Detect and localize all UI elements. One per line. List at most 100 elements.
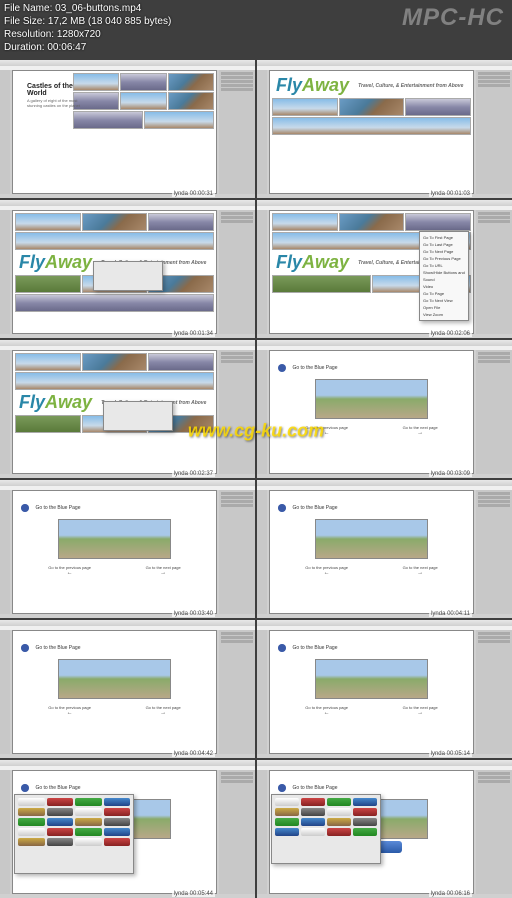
blue-splat-icon bbox=[21, 644, 29, 652]
menu-item[interactable]: Go To Next View bbox=[422, 297, 466, 304]
next-nav[interactable]: Go to the next page→ bbox=[403, 705, 438, 716]
castles-subtitle: A gallery of eight of the most stunning … bbox=[27, 99, 87, 109]
button-swatch[interactable] bbox=[47, 838, 74, 846]
thumb-3[interactable]: FlyAway Travel, Culture, & Entertainment… bbox=[0, 200, 255, 338]
thumb-4[interactable]: FlyAway Travel, Culture, & Entertainment… bbox=[257, 200, 512, 338]
button-swatch[interactable] bbox=[18, 828, 45, 836]
resolution-label: Resolution: bbox=[4, 29, 54, 40]
button-swatch[interactable] bbox=[75, 828, 102, 836]
thumb-8[interactable]: Go to the Blue Page Go to the previous p… bbox=[257, 480, 512, 618]
canvas-area: FlyAway Travel, Culture, & Entertainment… bbox=[12, 350, 217, 474]
button-swatch[interactable] bbox=[327, 808, 351, 816]
button-library-dialog[interactable] bbox=[271, 794, 381, 864]
cityscape-image bbox=[58, 659, 170, 699]
file-size-label: File Size: bbox=[4, 16, 45, 27]
thumb-11[interactable]: Go to the Blue Page bbox=[0, 760, 255, 898]
next-nav[interactable]: Go to the next page→ bbox=[146, 705, 181, 716]
thumb-12[interactable]: Go to the Blue Page bbox=[257, 760, 512, 898]
thumb-6[interactable]: Go to the Blue Page Go to the previous p… bbox=[257, 340, 512, 478]
timecode: lynda 00:05:44 bbox=[172, 891, 215, 897]
button-swatch[interactable] bbox=[18, 818, 45, 826]
button-swatch-grid bbox=[15, 795, 133, 849]
prev-nav[interactable]: Go to the previous page← bbox=[305, 425, 348, 436]
right-arrow-icon: → bbox=[417, 430, 423, 436]
thumb-5[interactable]: FlyAway Travel, Culture, & Entertainment… bbox=[0, 340, 255, 478]
menu-item[interactable]: Video bbox=[422, 283, 466, 290]
fly-text: Fly bbox=[276, 75, 302, 95]
blue-splat-icon bbox=[278, 644, 286, 652]
canvas-area: Castles of the World A gallery of eight … bbox=[12, 70, 217, 194]
actions-context-menu[interactable]: Go To First Page Go To Last Page Go To N… bbox=[419, 231, 469, 321]
timecode: lynda 00:02:06 bbox=[429, 331, 472, 337]
menu-item[interactable]: Open File bbox=[422, 304, 466, 311]
page-layout: Go to the Blue Page Go to the previous p… bbox=[269, 630, 474, 754]
button-swatch[interactable] bbox=[104, 798, 131, 806]
menu-item[interactable]: View Zoom bbox=[422, 311, 466, 318]
cityscape-image bbox=[315, 379, 427, 419]
menu-item[interactable]: Go To Previous Page bbox=[422, 255, 466, 262]
button-swatch[interactable] bbox=[275, 818, 299, 826]
button-swatch[interactable] bbox=[353, 798, 377, 806]
properties-dialog[interactable] bbox=[103, 401, 173, 431]
button-swatch[interactable] bbox=[104, 828, 131, 836]
button-swatch[interactable] bbox=[353, 808, 377, 816]
thumb-9[interactable]: Go to the Blue Page Go to the previous p… bbox=[0, 620, 255, 758]
button-swatch[interactable] bbox=[301, 798, 325, 806]
prev-nav[interactable]: Go to the previous page← bbox=[305, 705, 348, 716]
away-text: Away bbox=[302, 75, 349, 95]
button-swatch[interactable] bbox=[75, 808, 102, 816]
button-swatch[interactable] bbox=[301, 818, 325, 826]
page-layout: Go to the Blue Page Go to the previous p… bbox=[12, 490, 217, 614]
button-swatch[interactable] bbox=[104, 818, 131, 826]
button-swatch[interactable] bbox=[275, 798, 299, 806]
properties-dialog[interactable] bbox=[93, 261, 163, 291]
button-swatch[interactable] bbox=[327, 798, 351, 806]
file-info-block: File Name: 03_06-buttons.mp4 File Size: … bbox=[4, 2, 171, 54]
button-swatch[interactable] bbox=[275, 828, 299, 836]
menu-item[interactable]: Go To First Page bbox=[422, 234, 466, 241]
button-swatch[interactable] bbox=[47, 808, 74, 816]
next-nav[interactable]: Go to the next page→ bbox=[146, 565, 181, 576]
button-swatch[interactable] bbox=[18, 838, 45, 846]
thumb-2[interactable]: FlyAway Travel, Culture, & Entertainment… bbox=[257, 60, 512, 198]
prev-nav[interactable]: Go to the previous page← bbox=[48, 705, 91, 716]
button-swatch[interactable] bbox=[301, 828, 325, 836]
button-library-dialog[interactable] bbox=[14, 794, 134, 874]
button-swatch[interactable] bbox=[47, 818, 74, 826]
thumb-7[interactable]: Go to the Blue Page Go to the previous p… bbox=[0, 480, 255, 618]
photo-gallery bbox=[71, 71, 216, 131]
timecode: lynda 00:04:11 bbox=[429, 611, 472, 617]
timecode: lynda 00:05:14 bbox=[429, 751, 472, 757]
blue-splat-icon bbox=[278, 784, 286, 792]
menu-item[interactable]: Go To Next Page bbox=[422, 248, 466, 255]
button-swatch[interactable] bbox=[75, 798, 102, 806]
next-nav[interactable]: Go to the next page→ bbox=[403, 425, 438, 436]
button-swatch[interactable] bbox=[104, 838, 131, 846]
menu-item[interactable]: Go To URL bbox=[422, 262, 466, 269]
button-swatch[interactable] bbox=[18, 798, 45, 806]
button-swatch[interactable] bbox=[353, 828, 377, 836]
button-swatch[interactable] bbox=[75, 818, 102, 826]
menu-item[interactable]: Sound bbox=[422, 276, 466, 283]
menu-item[interactable]: Go To Page bbox=[422, 290, 466, 297]
button-swatch[interactable] bbox=[327, 818, 351, 826]
thumb-1[interactable]: Castles of the World A gallery of eight … bbox=[0, 60, 255, 198]
cityscape-image bbox=[315, 659, 427, 699]
thumb-10[interactable]: Go to the Blue Page Go to the previous p… bbox=[257, 620, 512, 758]
button-swatch[interactable] bbox=[301, 808, 325, 816]
menu-item[interactable]: Show/Hide Buttons and Forms bbox=[422, 269, 466, 276]
next-nav[interactable]: Go to the next page→ bbox=[403, 565, 438, 576]
button-swatch[interactable] bbox=[75, 838, 102, 846]
button-swatch[interactable] bbox=[275, 808, 299, 816]
timecode: lynda 00:03:09 bbox=[429, 471, 472, 477]
timecode: lynda 00:01:34 bbox=[172, 331, 215, 337]
menu-item[interactable]: Go To Last Page bbox=[422, 241, 466, 248]
prev-nav[interactable]: Go to the previous page← bbox=[305, 565, 348, 576]
button-swatch[interactable] bbox=[18, 808, 45, 816]
button-swatch[interactable] bbox=[327, 828, 351, 836]
button-swatch[interactable] bbox=[104, 808, 131, 816]
button-swatch[interactable] bbox=[47, 798, 74, 806]
button-swatch[interactable] bbox=[353, 818, 377, 826]
prev-nav[interactable]: Go to the previous page← bbox=[48, 565, 91, 576]
button-swatch[interactable] bbox=[47, 828, 74, 836]
